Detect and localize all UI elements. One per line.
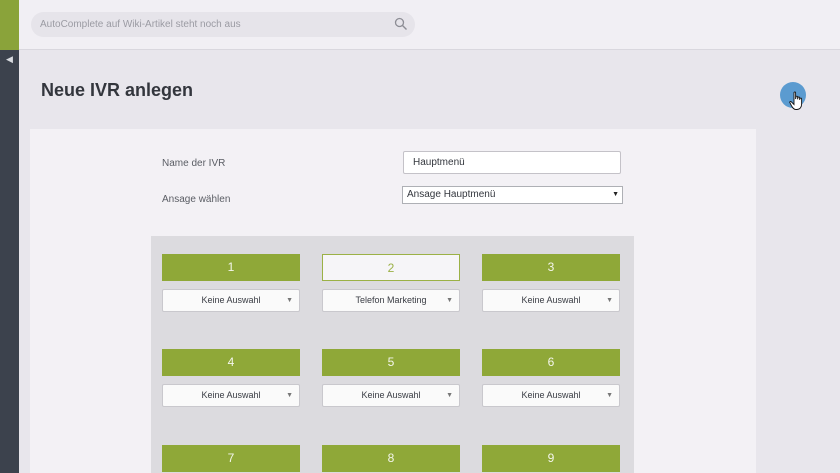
search-placeholder: AutoComplete auf Wiki-Artikel steht noch… [40,19,241,30]
key-1-select[interactable]: Keine Auswahl ▼ [162,289,300,312]
ansage-select-value: Ansage Hauptmenü [407,189,496,200]
chevron-down-icon: ▼ [286,392,293,399]
search-icon[interactable] [394,17,408,31]
hand-cursor-icon [789,91,803,110]
key-6-button[interactable]: 6 [482,349,620,376]
key-7-button[interactable]: 7 [162,445,300,472]
key-2-button[interactable]: 2 [322,254,460,281]
chevron-down-icon: ▼ [612,191,619,198]
key-1-button[interactable]: 1 [162,254,300,281]
sidebar-collapse-icon[interactable]: ◀ [0,50,19,68]
key-9-button[interactable]: 9 [482,445,620,472]
key-3-button[interactable]: 3 [482,254,620,281]
key-1-select-value: Keine Auswahl [201,295,261,305]
search-input[interactable]: AutoComplete auf Wiki-Artikel steht noch… [31,12,415,37]
chevron-down-icon: ▼ [286,297,293,304]
ivr-name-label: Name der IVR [162,158,226,169]
key-6-select[interactable]: Keine Auswahl ▼ [482,384,620,407]
key-6-select-value: Keine Auswahl [521,390,581,400]
key-2-select[interactable]: Telefon Marketing ▼ [322,289,460,312]
chevron-down-icon: ▼ [446,297,453,304]
chevron-down-icon: ▼ [446,392,453,399]
ansage-label: Ansage wählen [162,194,231,205]
chevron-down-icon: ▼ [606,297,613,304]
key-5-button[interactable]: 5 [322,349,460,376]
key-3-select[interactable]: Keine Auswahl ▼ [482,289,620,312]
sidebar-brand-strip [0,0,19,50]
key-4-button[interactable]: 4 [162,349,300,376]
key-2-select-value: Telefon Marketing [355,295,427,305]
ivr-name-input[interactable]: Hauptmenü [403,151,621,174]
key-5-select[interactable]: Keine Auswahl ▼ [322,384,460,407]
key-4-select-value: Keine Auswahl [201,390,261,400]
ansage-select[interactable]: Ansage Hauptmenü ▼ [402,186,623,204]
chevron-down-icon: ▼ [606,392,613,399]
key-4-select[interactable]: Keine Auswahl ▼ [162,384,300,407]
top-bar: AutoComplete auf Wiki-Artikel steht noch… [19,0,840,50]
key-8-button[interactable]: 8 [322,445,460,472]
key-5-select-value: Keine Auswahl [361,390,421,400]
page-title: Neue IVR anlegen [41,80,194,100]
key-3-select-value: Keine Auswahl [521,295,581,305]
sidebar [0,50,19,473]
